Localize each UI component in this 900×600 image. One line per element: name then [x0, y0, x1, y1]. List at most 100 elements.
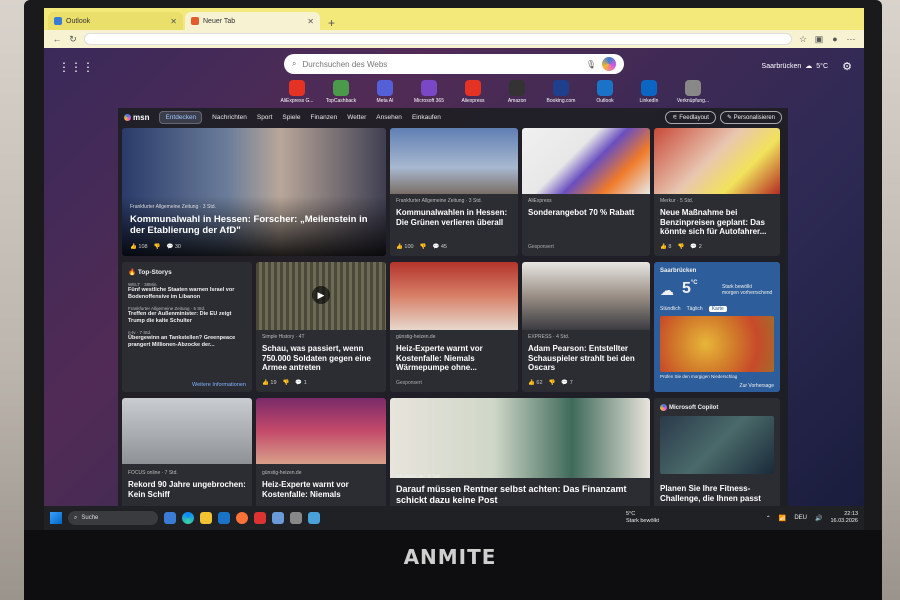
nav-shopping[interactable]: Einkaufen: [412, 114, 441, 121]
play-icon[interactable]: ▶: [312, 286, 330, 304]
card-title[interactable]: Kommunalwahlen in Hessen: Die Grünen ver…: [396, 208, 514, 227]
nav-news[interactable]: Nachrichten: [212, 114, 247, 121]
news-card[interactable]: FOCUS online · 7 Std. Rekord 90 Jahre un…: [122, 398, 252, 506]
comment-icon: 💬 2: [690, 244, 702, 250]
collections-icon[interactable]: ▣: [814, 34, 824, 45]
close-tab-icon[interactable]: ✕: [307, 17, 314, 26]
quicklink-label: TopCashback: [325, 98, 357, 104]
ad-card[interactable]: günstig-heizen.de Heiz-Experte warnt vor…: [256, 398, 386, 506]
cloud-icon: ☁: [660, 282, 674, 298]
app-icon[interactable]: [290, 512, 302, 524]
card-title[interactable]: Darauf müssen Rentner selbst achten: Das…: [396, 484, 646, 505]
hero-card[interactable]: Frankfurter Allgemeine Zeitung · 3 Std. …: [122, 128, 386, 256]
card-title[interactable]: Neue Maßnahme bei Benzinpreisen geplant:…: [660, 208, 776, 237]
cloud-icon: ☁: [805, 63, 813, 70]
quicklink-item[interactable]: Microsoft 365: [412, 80, 446, 104]
file-explorer-icon[interactable]: [200, 512, 212, 524]
profile-icon[interactable]: ●: [830, 34, 840, 44]
msn-logo[interactable]: msn: [124, 113, 149, 122]
dislike-icon: 👎: [419, 244, 427, 250]
back-icon[interactable]: ←: [52, 34, 62, 44]
quicklink-label: Microsoft 365: [413, 98, 444, 104]
card-title[interactable]: Schau, was passiert, wenn 750.000 Soldat…: [262, 344, 384, 373]
quicklink-item[interactable]: Meta AI: [368, 80, 402, 104]
new-tab-button[interactable]: +: [322, 16, 341, 30]
news-card[interactable]: Merkur · 5 Std. Neue Maßnahme bei Benzin…: [654, 128, 780, 256]
mail-icon[interactable]: [218, 512, 230, 524]
video-card[interactable]: ▶ Simple History · 4T Schau, was passier…: [256, 262, 386, 392]
card-source: infranken.de · 5 Std.: [396, 474, 442, 480]
card-title[interactable]: Planen Sie Ihre Fitness-Challenge, die I…: [660, 484, 776, 503]
app-icon[interactable]: [254, 512, 266, 524]
nav-games[interactable]: Spiele: [282, 114, 300, 121]
tab-daily[interactable]: Täglich: [687, 306, 703, 312]
quicklink-item[interactable]: TopCashback: [324, 80, 358, 104]
card-title[interactable]: Heiz-Experte warnt vor Kostenfalle: Niem…: [262, 480, 384, 499]
quicklink-item[interactable]: Booking.com: [544, 80, 578, 104]
quicklink-item[interactable]: Amazon: [500, 80, 534, 104]
favorites-icon[interactable]: ☆: [798, 34, 808, 45]
task-view-icon[interactable]: [164, 512, 176, 524]
edge-icon[interactable]: [182, 512, 194, 524]
windows-start-icon[interactable]: [50, 512, 62, 524]
search-input[interactable]: ⌕ Durchsuchen des Webs 🎙: [284, 54, 624, 74]
news-card[interactable]: infranken.de · 5 Std. Darauf müssen Rent…: [390, 398, 650, 506]
weather-card[interactable]: Saarbrücken ☁ 5°C Stark bewölkt morgen v…: [654, 262, 780, 392]
nav-weather[interactable]: Wetter: [347, 114, 366, 121]
mic-icon[interactable]: 🎙: [586, 60, 596, 69]
volume-icon[interactable]: 🔊: [815, 515, 822, 522]
tab-outlook[interactable]: Outlook ✕: [48, 12, 183, 30]
quicklink-item[interactable]: Outlook: [588, 80, 622, 104]
quicklink-item[interactable]: AliExpress G...: [280, 80, 314, 104]
clock[interactable]: 22:13 16.03.2026: [830, 511, 858, 525]
card-title[interactable]: Rekord 90 Jahre ungebrochen: Kein Schiff: [128, 480, 250, 499]
nav-finance[interactable]: Finanzen: [310, 114, 337, 121]
nav-sport[interactable]: Sport: [257, 114, 273, 121]
card-title[interactable]: Heiz-Experte warnt vor Kostenfalle: Niem…: [396, 344, 514, 373]
feedlayout-button[interactable]: ⚟ Feedlayout: [665, 110, 716, 124]
language-indicator[interactable]: DEU: [794, 515, 807, 521]
apps-grid-icon[interactable]: ⋮⋮⋮: [58, 60, 94, 74]
ad-card[interactable]: günstig-heizen.de Heiz-Experte warnt vor…: [390, 262, 518, 392]
tab-map[interactable]: Karte: [708, 306, 727, 312]
copilot-icon[interactable]: [602, 57, 616, 71]
address-bar[interactable]: [84, 33, 792, 45]
taskbar-weather[interactable]: 5°C Stark bewölkt: [626, 511, 659, 525]
card-title[interactable]: Sonderangebot 70 % Rabatt: [528, 208, 646, 218]
refresh-icon[interactable]: ↻: [68, 34, 78, 45]
chevron-up-icon[interactable]: ⌃: [766, 515, 771, 522]
card-title[interactable]: Kommunalwahl in Hessen: Forscher: „Meile…: [130, 214, 380, 236]
forecast-link[interactable]: Zur Vorhersage: [740, 383, 774, 389]
tab-new[interactable]: Neuer Tab ✕: [185, 12, 320, 30]
list-item[interactable]: n-tv · 7 Std. Übergewinn an Tankstellen?…: [128, 330, 248, 348]
gear-icon[interactable]: ⚙: [842, 60, 852, 73]
card-meta: 👍 108 👎 💬 30: [130, 244, 181, 250]
quicklink-item[interactable]: Aliexpress: [456, 80, 490, 104]
personalize-button[interactable]: ✎ Personalisieren: [719, 110, 782, 124]
settings-icon[interactable]: [308, 512, 320, 524]
copilot-card[interactable]: Microsoft Copilot Planen Sie Ihre Fitnes…: [654, 398, 780, 506]
more-info-link[interactable]: Weitere Informationen: [192, 382, 246, 388]
weather-widget-top[interactable]: Saarbrücken ☁ 5°C: [762, 62, 828, 71]
card-title[interactable]: Adam Pearson: Entstellter Schauspieler s…: [528, 344, 646, 373]
quicklink-item[interactable]: Verknüpfung...: [676, 80, 710, 104]
news-card[interactable]: Frankfurter Allgemeine Zeitung · 3 Std. …: [390, 128, 518, 256]
list-item[interactable]: Frankfurter Allgemeine Zeitung · 5 Std. …: [128, 306, 248, 324]
weather-map[interactable]: [660, 316, 774, 372]
quicklink-item[interactable]: LinkedIn: [632, 80, 666, 104]
nav-discover[interactable]: Entdecken: [159, 110, 203, 124]
news-card[interactable]: EXPRESS · 4 Std. Adam Pearson: Entstellt…: [522, 262, 650, 392]
tab-hourly[interactable]: Stündlich: [660, 306, 681, 312]
nav-watch[interactable]: Ansehen: [376, 114, 402, 121]
menu-icon[interactable]: ⋯: [846, 34, 856, 45]
list-item[interactable]: WELT · 38Min. Fünf westliche Staaten war…: [128, 282, 248, 300]
copilot-header: Microsoft Copilot: [660, 404, 718, 411]
firefox-icon[interactable]: [236, 512, 248, 524]
card-source: Simple History · 4T: [262, 334, 305, 340]
like-icon: 👍 19: [262, 380, 277, 386]
app-icon[interactable]: [272, 512, 284, 524]
wifi-icon[interactable]: 📶: [779, 515, 786, 522]
taskbar-search[interactable]: ⌕ Suche: [68, 511, 158, 525]
ad-card[interactable]: AliExpress Sonderangebot 70 % Rabatt Ges…: [522, 128, 650, 256]
close-tab-icon[interactable]: ✕: [170, 17, 177, 26]
